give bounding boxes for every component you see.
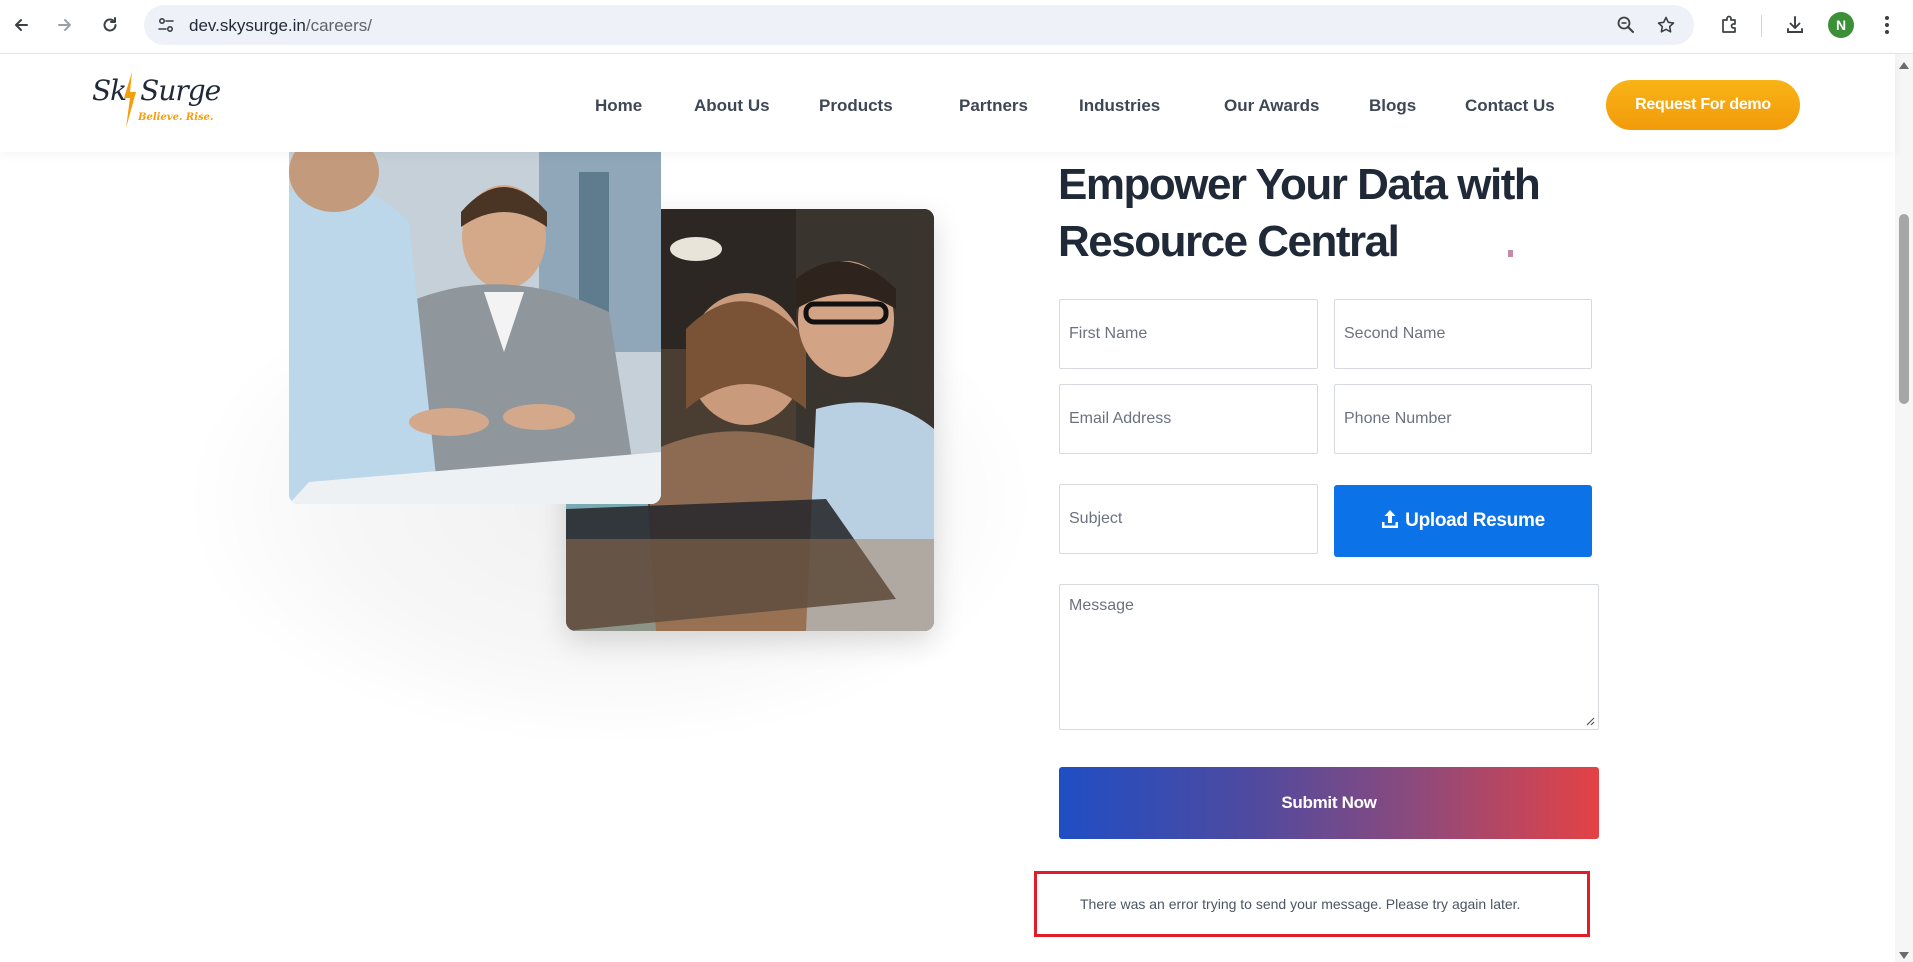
site-header: Sk Surge Believe. Rise. Home About Us Pro… [0, 54, 1895, 152]
second-name-field[interactable] [1334, 299, 1592, 369]
nav-our-awards[interactable]: Our Awards [1224, 96, 1319, 116]
url-path: /careers/ [305, 16, 372, 35]
url-text: dev.skysurge.in/careers/ [189, 16, 372, 36]
nav-industries[interactable]: Industries [1079, 96, 1160, 116]
request-demo-button[interactable]: Request For demo [1606, 80, 1800, 130]
email-field[interactable] [1059, 384, 1318, 454]
phone-field[interactable] [1334, 384, 1592, 454]
message-textarea[interactable] [1060, 585, 1598, 729]
businessman-meeting-photo [289, 152, 661, 504]
toolbar-separator [1761, 15, 1762, 37]
error-message-box: There was an error trying to send your m… [1034, 871, 1590, 937]
browser-toolbar: dev.skysurge.in/careers/ N [0, 0, 1913, 54]
first-name-input[interactable] [1060, 300, 1317, 368]
address-bar[interactable]: dev.skysurge.in/careers/ [144, 5, 1694, 45]
upload-resume-button[interactable]: Upload Resume [1334, 485, 1592, 557]
nav-home[interactable]: Home [595, 96, 642, 116]
page-scrollbar[interactable] [1895, 54, 1913, 962]
nav-blogs[interactable]: Blogs [1369, 96, 1416, 116]
menu-dots-icon[interactable] [1874, 12, 1900, 38]
decorative-dot [1508, 250, 1513, 257]
site-info-icon[interactable] [154, 13, 178, 37]
scrollbar-thumb[interactable] [1899, 214, 1909, 404]
heading-line-2: Resource Central [1058, 217, 1400, 266]
subject-field[interactable] [1059, 484, 1318, 554]
form-heading: Empower Your Data with Resource Central [1058, 156, 1618, 270]
heading-line-1: Empower Your Data with [1058, 160, 1541, 209]
resize-grip-icon[interactable] [1585, 716, 1595, 726]
error-message-text: There was an error trying to send your m… [1080, 896, 1521, 912]
scroll-down-icon[interactable] [1898, 950, 1910, 960]
url-host: dev.skysurge.in [189, 16, 306, 35]
lightning-bolt-icon [124, 72, 136, 128]
back-arrow-icon[interactable] [6, 10, 36, 40]
bookmark-star-icon[interactable] [1654, 13, 1678, 37]
first-name-field[interactable] [1059, 299, 1318, 369]
forward-arrow-icon[interactable] [50, 10, 80, 40]
nav-partners[interactable]: Partners [959, 96, 1028, 116]
upload-resume-label: Upload Resume [1405, 510, 1545, 531]
logo-wordmark: Sk Surge [92, 74, 221, 107]
scroll-up-icon[interactable] [1898, 60, 1910, 70]
extensions-icon[interactable] [1716, 12, 1742, 38]
subject-input[interactable] [1060, 485, 1317, 553]
logo-tagline: Believe. Rise. [138, 112, 214, 123]
message-field[interactable] [1059, 584, 1599, 730]
nav-products[interactable]: Products [819, 96, 893, 116]
reload-icon[interactable] [95, 10, 125, 40]
phone-input[interactable] [1335, 385, 1591, 453]
download-icon[interactable] [1782, 12, 1808, 38]
second-name-input[interactable] [1335, 300, 1591, 368]
zoom-icon[interactable] [1614, 13, 1638, 37]
profile-avatar[interactable]: N [1828, 12, 1854, 38]
nav-contact-us[interactable]: Contact Us [1465, 96, 1555, 116]
email-input[interactable] [1060, 385, 1317, 453]
upload-icon [1382, 510, 1399, 528]
submit-button[interactable]: Submit Now [1059, 767, 1599, 839]
skysurge-logo[interactable]: Sk Surge Believe. Rise. [92, 70, 222, 136]
nav-about-us[interactable]: About Us [694, 96, 770, 116]
